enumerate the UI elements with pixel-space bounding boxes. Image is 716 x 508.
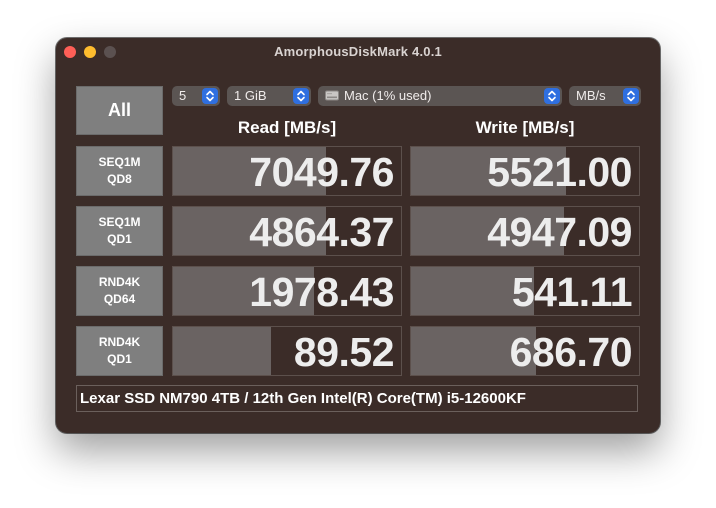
test-count-value: 5	[179, 88, 187, 103]
drive-icon	[325, 87, 339, 101]
test-count-select[interactable]: 5	[172, 86, 220, 106]
test-queue-depth: QD1	[107, 352, 132, 366]
read-result-cell: 7049.76	[172, 146, 402, 196]
chevron-updown-icon	[623, 88, 639, 104]
write-result-cell: 541.11	[410, 266, 640, 316]
write-result-cell: 4947.09	[410, 206, 640, 256]
test-queue-depth: QD64	[103, 292, 136, 306]
read-result-value: 7049.76	[249, 149, 394, 195]
test-button-seq1m-qd8[interactable]: SEQ1M QD8	[76, 146, 163, 196]
write-result-cell: 686.70	[410, 326, 640, 376]
chevron-updown-icon	[293, 88, 309, 104]
test-button-seq1m-qd1[interactable]: SEQ1M QD1	[76, 206, 163, 256]
test-name: RND4K	[98, 275, 141, 289]
write-result-value: 5521.00	[487, 149, 632, 195]
test-button-rnd4k-qd64[interactable]: RND4K QD64	[76, 266, 163, 316]
read-result-cell: 89.52	[172, 326, 402, 376]
write-result-value: 686.70	[509, 329, 633, 375]
test-name: SEQ1M	[98, 215, 141, 229]
test-name: RND4K	[98, 335, 141, 349]
test-name: SEQ1M	[98, 155, 141, 169]
read-result-cell: 1978.43	[172, 266, 402, 316]
write-result-value: 541.11	[511, 269, 633, 315]
test-size-value: 1 GiB	[234, 88, 267, 103]
app-window: AmorphousDiskMark 4.0.1 All 5 1 GiB Mac …	[56, 38, 660, 433]
test-size-select[interactable]: 1 GiB	[227, 86, 311, 106]
test-queue-depth: QD1	[107, 232, 132, 246]
read-result-cell: 4864.37	[172, 206, 402, 256]
read-column-header: Read [MB/s]	[237, 118, 337, 137]
unit-select[interactable]: MB/s	[569, 86, 641, 106]
read-result-value: 4864.37	[249, 209, 394, 255]
all-button[interactable]: All	[76, 86, 163, 135]
write-result-value: 4947.09	[487, 209, 632, 255]
chevron-updown-icon	[202, 88, 218, 104]
test-button-rnd4k-qd1[interactable]: RND4K QD1	[76, 326, 163, 376]
write-result-cell: 5521.00	[410, 146, 640, 196]
drive-select[interactable]: Mac (1% used)	[318, 86, 562, 106]
window-title: AmorphousDiskMark 4.0.1	[274, 44, 442, 59]
read-result-bar	[173, 327, 272, 375]
title-bar: AmorphousDiskMark 4.0.1	[56, 38, 660, 66]
drive-value: Mac (1% used)	[344, 88, 432, 103]
read-result-value: 1978.43	[249, 269, 394, 315]
write-column-header: Write [MB/s]	[475, 118, 575, 137]
comment-field[interactable]: Lexar SSD NM790 4TB / 12th Gen Intel(R) …	[76, 385, 638, 412]
test-queue-depth: QD8	[107, 172, 132, 186]
unit-value: MB/s	[576, 88, 606, 103]
chevron-updown-icon	[544, 88, 560, 104]
read-result-value: 89.52	[293, 329, 395, 375]
